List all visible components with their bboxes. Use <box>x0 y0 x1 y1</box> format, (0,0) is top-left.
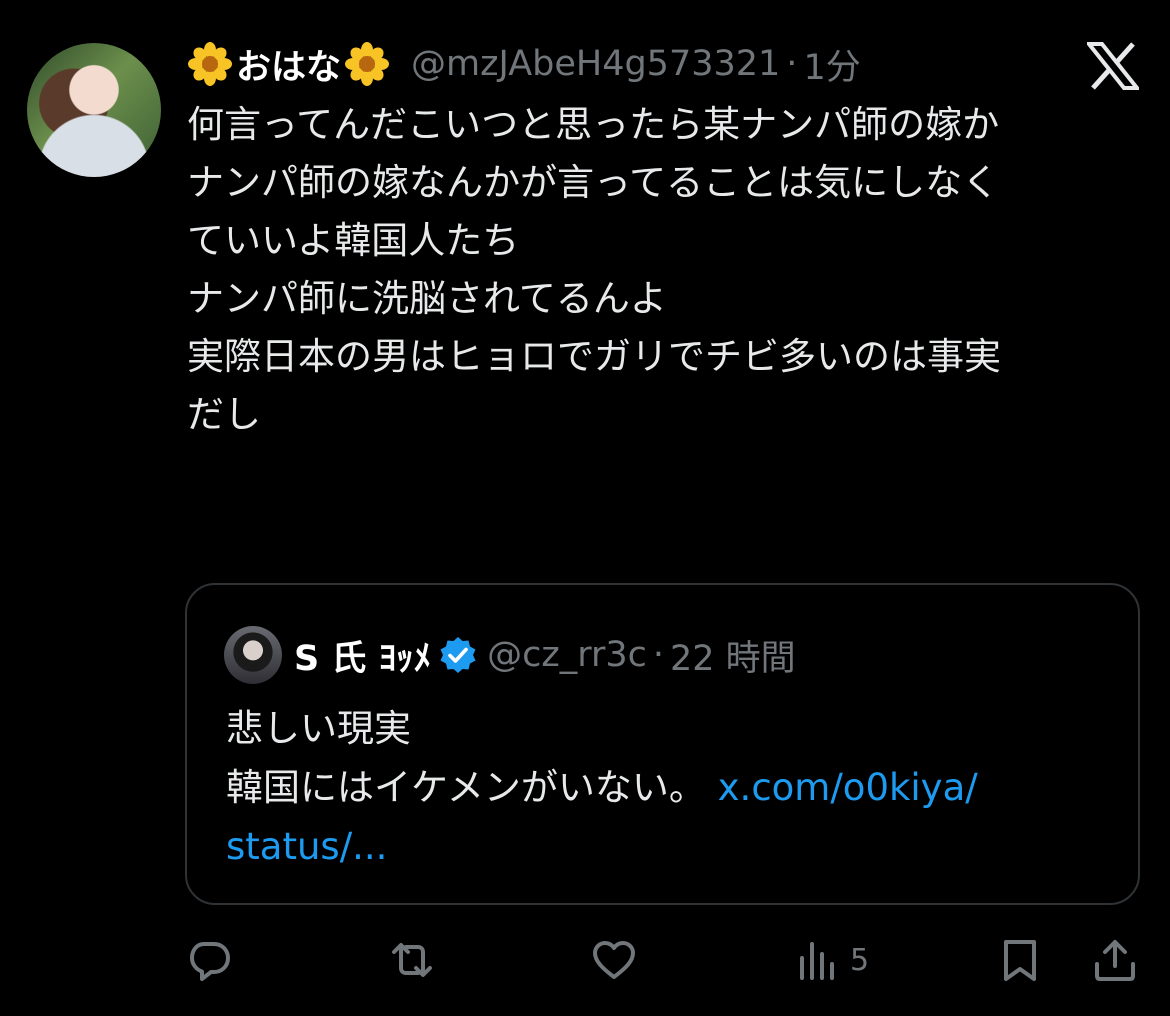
retweet-button[interactable] <box>388 930 436 990</box>
quoted-tweet-timestamp[interactable]: 22 時間 <box>670 630 796 681</box>
quoted-author-handle[interactable]: @cz_rr3c <box>487 635 647 675</box>
tweet-header: おはな @mzJAbeH4g573321 · 1分 <box>188 38 861 90</box>
quoted-author-display-name[interactable]: S 氏 ﾖｯﾒ <box>294 630 431 681</box>
x-logo-icon <box>1084 42 1142 90</box>
verified-badge-icon <box>439 636 477 674</box>
tweet-line: 実際日本の男はヒョロでガリでチビ多いのは事実 <box>187 335 1001 378</box>
tweet-line: ナンパ師に洗脳されてるんよ <box>187 277 667 320</box>
tweet-line: ナンパ師の嫁なんかが言ってることは気にしなく <box>187 161 1000 204</box>
quoted-tweet-card[interactable]: S 氏 ﾖｯﾒ @cz_rr3c · 22 時間 悲しい現実 韓国にはイケメンが… <box>185 583 1140 905</box>
flower-emoji-icon <box>188 42 232 86</box>
reply-icon <box>190 942 230 981</box>
quoted-tweet-header: S 氏 ﾖｯﾒ @cz_rr3c · 22 時間 <box>224 625 796 685</box>
action-bar: 5 <box>0 930 1170 990</box>
author-handle[interactable]: @mzJAbeH4g573321 <box>411 44 780 84</box>
quoted-line: 悲しい現実 <box>226 707 411 750</box>
tweet-text: 何言ってんだこいつと思ったら某ナンパ師の嫁か ナンパ師の嫁なんかが言ってることは… <box>187 96 1147 444</box>
author-avatar[interactable] <box>27 43 161 177</box>
separator: · <box>786 44 798 84</box>
flower-emoji-icon <box>345 42 390 86</box>
tweet-line: だし <box>187 393 261 436</box>
bookmark-button[interactable] <box>996 930 1044 990</box>
author-display-name[interactable]: おはな <box>236 39 341 90</box>
quoted-tweet-text: 悲しい現実 韓国にはイケメンがいない。 x.com/o0kiya/ status… <box>226 699 1126 876</box>
bookmark-icon <box>1004 940 1036 981</box>
reply-button[interactable] <box>186 930 234 990</box>
like-icon <box>593 941 635 979</box>
quoted-link-continuation[interactable]: status/... <box>226 817 1126 876</box>
tweet-timestamp[interactable]: 1分 <box>803 39 860 90</box>
tweet-line: 何言ってんだこいつと思ったら某ナンパ師の嫁か <box>187 103 1000 146</box>
tweet-line: ていいよ韓国人たち <box>187 219 520 262</box>
like-button[interactable] <box>590 930 638 990</box>
quoted-line: 韓国にはイケメンがいない。 x.com/o0kiya/ <box>226 758 1126 817</box>
retweet-icon <box>392 943 432 977</box>
share-icon <box>1095 940 1135 981</box>
share-button[interactable] <box>1091 930 1139 990</box>
quoted-line-text: 韓国にはイケメンがいない。 <box>226 766 706 809</box>
views-count: 5 <box>850 942 870 978</box>
views-icon <box>800 942 834 980</box>
separator: · <box>652 635 665 675</box>
views-button[interactable]: 5 <box>794 930 869 990</box>
quoted-link[interactable]: x.com/o0kiya/ <box>718 766 978 809</box>
quoted-author-avatar[interactable] <box>224 626 282 684</box>
